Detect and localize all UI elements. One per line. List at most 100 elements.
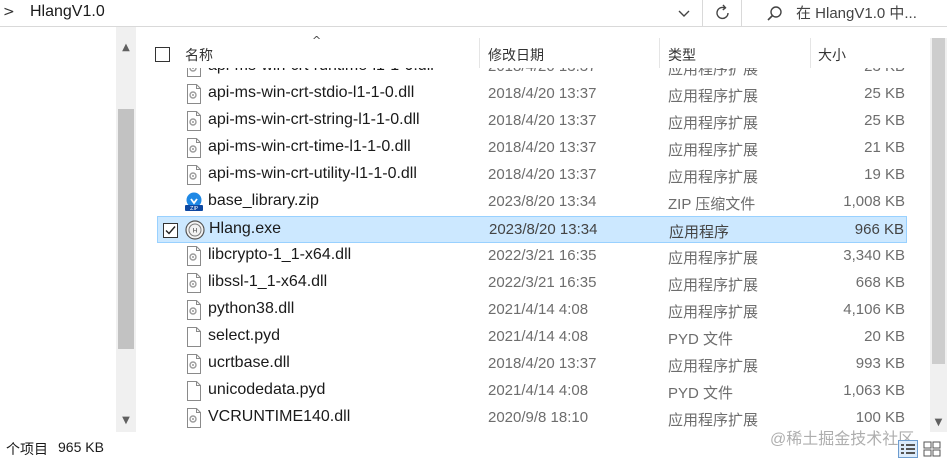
column-divider[interactable] (479, 38, 480, 68)
dll-file-icon (184, 138, 204, 158)
dll-file-icon (184, 273, 204, 293)
column-header-size[interactable]: 大小 (818, 45, 846, 65)
file-type: 应用程序扩展 (668, 169, 759, 186)
file-size: 23 KB (864, 68, 905, 75)
nav-scroll-thumb[interactable] (118, 109, 134, 349)
file-modified-date: 2018/4/20 13:37 (488, 68, 596, 75)
file-name[interactable]: api-ms-win-crt-utility-l1-1-0.dll (208, 165, 417, 183)
file-row[interactable]: api-ms-win-crt-time-l1-1-0.dll 2018/4/20 … (157, 135, 907, 162)
file-list: api-ms-win-crt-runtime-l1-1-0.dll 2018/4/… (137, 68, 930, 432)
dll-file-icon (184, 354, 204, 374)
file-name[interactable]: ucrtbase.dll (208, 354, 290, 372)
watermark: @稀土掘金技术社区 (770, 431, 915, 448)
file-name[interactable]: libssl-1_1-x64.dll (208, 273, 327, 291)
file-type: 应用程序扩展 (668, 358, 759, 375)
file-modified-date: 2022/3/21 16:35 (488, 247, 597, 264)
file-size: 993 KB (855, 355, 905, 372)
file-name[interactable]: Hlang.exe (209, 220, 281, 238)
file-size: 3,340 KB (843, 247, 905, 264)
file-type: 应用程序扩展 (668, 68, 759, 78)
file-type: PYD 文件 (668, 331, 734, 348)
file-row[interactable]: ucrtbase.dll 2018/4/20 13:37 应用程序扩展 993 KB (157, 351, 907, 378)
file-type: 应用程序扩展 (668, 142, 759, 159)
file-row[interactable]: api-ms-win-crt-runtime-l1-1-0.dll 2018/4/… (157, 68, 907, 81)
exe-app-icon: H (185, 220, 205, 240)
details-view-icon[interactable] (898, 440, 918, 458)
file-type: 应用程序扩展 (668, 250, 759, 267)
select-all-checkbox[interactable] (155, 47, 170, 62)
file-type: 应用程序扩展 (668, 88, 759, 105)
address-bar: > HlangV1.0 (0, 0, 947, 27)
svg-text:H: H (193, 228, 198, 235)
view-toggle (896, 440, 944, 458)
file-row[interactable]: api-ms-win-crt-utility-l1-1-0.dll 2018/4/… (157, 162, 907, 189)
file-type: 应用程序扩展 (668, 277, 759, 294)
path-box[interactable]: > HlangV1.0 (0, 0, 703, 26)
search-input[interactable] (796, 2, 946, 24)
file-modified-date: 2021/4/14 4:08 (488, 328, 589, 345)
file-modified-date: 2018/4/20 13:37 (488, 355, 597, 372)
file-name[interactable]: base_library.zip (208, 192, 319, 210)
file-name[interactable]: unicodedata.pyd (208, 381, 325, 399)
file-list-scroll-thumb[interactable] (932, 38, 945, 364)
file-type: ZIP 压缩文件 (668, 196, 756, 213)
file-modified-date: 2018/4/20 13:37 (488, 166, 597, 183)
file-name[interactable]: python38.dll (208, 300, 294, 318)
file-modified-date: 2018/4/20 13:37 (488, 139, 597, 156)
blank-file-icon (184, 327, 204, 347)
file-row[interactable]: libcrypto-1_1-x64.dll 2022/3/21 16:35 应用程序… (157, 243, 907, 270)
file-name[interactable]: api-ms-win-crt-string-l1-1-0.dll (208, 111, 420, 129)
column-header-name[interactable]: 名称 (185, 45, 213, 65)
breadcrumb-current-folder[interactable]: HlangV1.0 (30, 3, 105, 21)
file-name[interactable]: api-ms-win-crt-runtime-l1-1-0.dll (208, 68, 434, 75)
nav-scrollbar[interactable]: ▲ ▼ (116, 27, 136, 432)
blank-file-icon (184, 381, 204, 401)
column-header-date[interactable]: 修改日期 (488, 45, 544, 65)
file-name[interactable]: libcrypto-1_1-x64.dll (208, 246, 351, 264)
file-size: 25 KB (864, 85, 905, 102)
file-row-selected[interactable]: H Hlang.exe 2023/8/20 13:34 应用程序 966 KB (157, 216, 907, 243)
scroll-down-arrow-icon[interactable]: ▼ (930, 414, 947, 432)
sort-ascending-icon: ^ (312, 34, 322, 47)
refresh-button[interactable] (704, 0, 742, 26)
scroll-down-arrow-icon[interactable]: ▼ (116, 412, 136, 430)
file-row[interactable]: api-ms-win-crt-string-l1-1-0.dll 2018/4/2… (157, 108, 907, 135)
file-row[interactable]: api-ms-win-crt-stdio-l1-1-0.dll 2018/4/20… (157, 81, 907, 108)
breadcrumb-chevron-icon[interactable]: > (3, 4, 15, 20)
file-row[interactable]: select.pyd 2021/4/14 4:08 PYD 文件 20 KB (157, 324, 907, 351)
column-divider[interactable] (810, 38, 811, 68)
file-type: PYD 文件 (668, 385, 734, 402)
file-size: 966 KB (854, 221, 904, 238)
file-modified-date: 2023/8/20 13:34 (489, 221, 598, 238)
status-selected-size: 965 KB (58, 439, 104, 455)
file-name[interactable]: VCRUNTIME140.dll (208, 408, 350, 426)
file-size: 25 KB (864, 112, 905, 129)
search-box[interactable] (752, 0, 947, 26)
file-row[interactable]: libssl-1_1-x64.dll 2022/3/21 16:35 应用程序扩展 6… (157, 270, 907, 297)
file-modified-date: 2023/8/20 13:34 (488, 193, 597, 210)
column-divider[interactable] (659, 38, 660, 68)
large-icons-view-icon[interactable] (922, 440, 942, 458)
file-size: 668 KB (855, 274, 905, 291)
file-row[interactable]: ZIP base_library.zip 2023/8/20 13:34 ZIP 压缩… (157, 189, 907, 216)
file-modified-date: 2022/3/21 16:35 (488, 274, 597, 291)
column-header-type[interactable]: 类型 (668, 45, 696, 65)
dll-file-icon (184, 84, 204, 104)
file-row[interactable]: unicodedata.pyd 2021/4/14 4:08 PYD 文件 1,063… (157, 378, 907, 405)
file-type: 应用程序扩展 (668, 304, 759, 321)
row-checkbox[interactable] (163, 223, 178, 238)
file-name[interactable]: api-ms-win-crt-stdio-l1-1-0.dll (208, 84, 414, 102)
file-row[interactable]: python38.dll 2021/4/14 4:08 应用程序扩展 4,106 KB (157, 297, 907, 324)
file-list-scrollbar[interactable]: ▼ (930, 38, 947, 432)
scroll-up-arrow-icon[interactable]: ▲ (116, 39, 136, 57)
chevron-down-icon[interactable] (676, 5, 692, 21)
dll-file-icon (184, 408, 204, 428)
dll-file-icon (184, 246, 204, 266)
file-size: 1,063 KB (843, 382, 905, 399)
zip-file-icon: ZIP (184, 192, 204, 212)
file-name[interactable]: select.pyd (208, 327, 280, 345)
file-modified-date: 2021/4/14 4:08 (488, 301, 589, 318)
svg-text:ZIP: ZIP (190, 206, 198, 212)
file-size: 21 KB (864, 139, 905, 156)
file-name[interactable]: api-ms-win-crt-time-l1-1-0.dll (208, 138, 411, 156)
